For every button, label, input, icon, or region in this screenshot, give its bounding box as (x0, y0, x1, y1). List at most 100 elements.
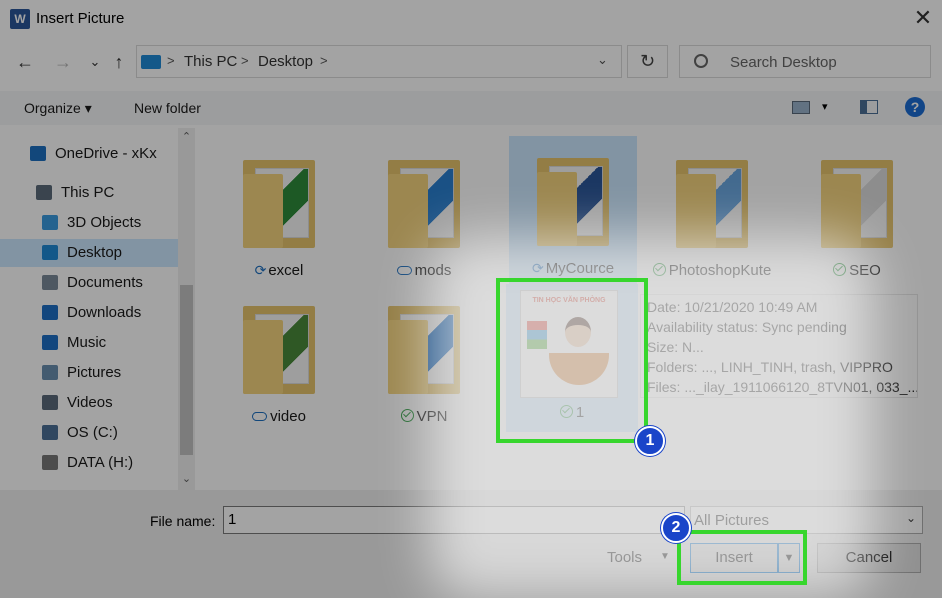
music-icon (42, 335, 58, 350)
search-input[interactable]: Search Desktop (730, 54, 837, 71)
sidebar-item-label: Desktop (67, 244, 123, 261)
close-icon[interactable]: ✕ (910, 4, 936, 32)
file-name: mods (414, 262, 452, 279)
sidebar-item-os-c[interactable]: OS (C:) (0, 419, 178, 447)
up-button[interactable]: ↑ (108, 50, 130, 74)
thumbnail-title: TIN HỌC VĂN PHÒNG (532, 297, 606, 304)
sidebar-item-music[interactable]: Music (0, 329, 178, 357)
sidebar-scroll-thumb[interactable] (180, 285, 193, 455)
folder-graphic (388, 160, 460, 248)
file-name: excel (268, 262, 304, 279)
file-item-video[interactable]: video (215, 284, 343, 442)
file-item-seo[interactable]: SEO (793, 138, 921, 296)
illustration-blocks (527, 321, 547, 349)
new-folder-button[interactable]: New folder (134, 100, 201, 116)
file-type-select[interactable]: All Pictures ⌄ (690, 506, 923, 534)
sidebar-item-label: Music (67, 334, 107, 351)
search-box[interactable]: Search Desktop (679, 45, 931, 78)
sync-pending-icon: ⟳ (531, 260, 544, 276)
folder-icon (239, 148, 319, 252)
sidebar-item-desktop[interactable]: Desktop (0, 239, 178, 267)
folder-graphic (676, 160, 748, 248)
help-icon[interactable]: ? (905, 97, 925, 117)
sidebar-item-documents[interactable]: Documents (0, 269, 178, 297)
file-caption: SEO (793, 262, 921, 279)
illustration-desk (549, 353, 609, 385)
window-title: Insert Picture (36, 10, 125, 27)
file-name: PhotoshopKute (668, 262, 772, 279)
sidebar-item-this-pc[interactable]: This PC (0, 179, 178, 207)
breadcrumb-this-pc[interactable]: This PC (184, 53, 237, 70)
tooltip-line: Size: N... (647, 339, 704, 355)
scroll-up-icon[interactable]: ⌃ (178, 130, 195, 143)
picture-icon (42, 365, 58, 380)
file-caption: ⟳ MyCource (509, 260, 637, 277)
tools-arrow-icon[interactable]: ▼ (660, 551, 670, 562)
file-name-label: File name: (150, 513, 216, 529)
sidebar-item-label: Downloads (67, 304, 142, 321)
file-item-photoshopkute[interactable]: PhotoshopKute (648, 138, 776, 296)
address-bar[interactable]: > This PC > Desktop > ⌄ (136, 45, 622, 78)
drive-icon (42, 455, 58, 470)
sidebar-item-3d-objects[interactable]: 3D Objects (0, 209, 178, 237)
view-options-icon[interactable] (792, 101, 810, 114)
sidebar-item-downloads[interactable]: Downloads (0, 299, 178, 327)
sidebar-item-label: Videos (67, 394, 113, 411)
step-1-badge: 1 (635, 426, 665, 456)
breadcrumb-desktop[interactable]: Desktop (258, 53, 313, 70)
cancel-button[interactable]: Cancel (817, 543, 921, 573)
folder-graphic (537, 158, 609, 246)
download-icon (42, 305, 58, 320)
file-name: SEO (849, 262, 881, 279)
command-bar: Organize ▾ New folder ▾ ? (0, 91, 942, 125)
cloud-icon (252, 412, 268, 421)
forward-button[interactable]: → (52, 50, 74, 74)
organize-button[interactable]: Organize ▾ (24, 100, 92, 117)
sync-pending-icon: ⟳ (254, 262, 267, 278)
file-item-vpn[interactable]: VPN (360, 284, 488, 442)
sidebar-item-label: OS (C:) (67, 424, 118, 441)
view-options-arrow[interactable]: ▾ (822, 100, 828, 113)
cloud-icon (396, 266, 412, 275)
image-thumbnail: TIN HỌC VĂN PHÒNG (520, 290, 618, 398)
document-icon (42, 275, 58, 290)
insert-dropdown-button[interactable]: ▼ (778, 543, 800, 573)
video-icon (42, 395, 58, 410)
tooltip-line: Folders: ..., LINH_TINH, trash, VIPPRO (647, 359, 893, 375)
tooltip-line: Files: ..._ilay_1911066120_8TVN01, 033_.… (647, 379, 918, 395)
file-name: video (270, 408, 306, 425)
file-item-excel[interactable]: ⟳ excel (215, 138, 343, 296)
computer-icon (36, 185, 52, 200)
sidebar-item-data-h[interactable]: DATA (H:) (0, 449, 178, 477)
sidebar-item-label: This PC (61, 184, 115, 201)
chevron-down-icon: ⌄ (905, 511, 916, 525)
illustration-person (565, 317, 591, 347)
preview-pane-icon[interactable] (860, 100, 878, 114)
folder-icon (672, 148, 752, 252)
folder-icon (384, 294, 464, 398)
file-item-mods[interactable]: mods (360, 138, 488, 296)
file-item-1[interactable]: TIN HỌC VĂN PHÒNG 1 (506, 284, 638, 432)
chevron-down-icon[interactable]: ⌄ (597, 52, 608, 68)
back-button[interactable]: ← (14, 50, 36, 74)
search-icon (694, 54, 708, 68)
file-caption: video (215, 408, 343, 425)
file-name-field[interactable]: 1 (223, 506, 685, 534)
sidebar-item-pictures[interactable]: Pictures (0, 359, 178, 387)
item-tooltip: Date: 10/21/2020 10:49 AM Availability s… (640, 294, 918, 398)
synced-check-icon (652, 263, 666, 276)
insert-button[interactable]: Insert (690, 543, 778, 573)
recent-locations-button[interactable]: ⌄ (84, 50, 106, 74)
file-caption: PhotoshopKute (648, 262, 776, 279)
synced-check-icon (400, 409, 414, 422)
file-name: VPN (416, 408, 448, 425)
sidebar-item-label: OneDrive - xKx (55, 145, 157, 162)
scroll-down-icon[interactable]: ⌄ (178, 472, 195, 485)
file-item-mycource[interactable]: ⟳ MyCource (509, 136, 637, 294)
folder-icon (817, 148, 897, 252)
sidebar-item-videos[interactable]: Videos (0, 389, 178, 417)
tools-button[interactable]: Tools (607, 549, 642, 566)
sidebar-item-onedrive-xkx[interactable]: OneDrive - xKx (0, 140, 178, 168)
folder-icon (239, 294, 319, 398)
refresh-button[interactable]: ↻ (627, 45, 668, 78)
